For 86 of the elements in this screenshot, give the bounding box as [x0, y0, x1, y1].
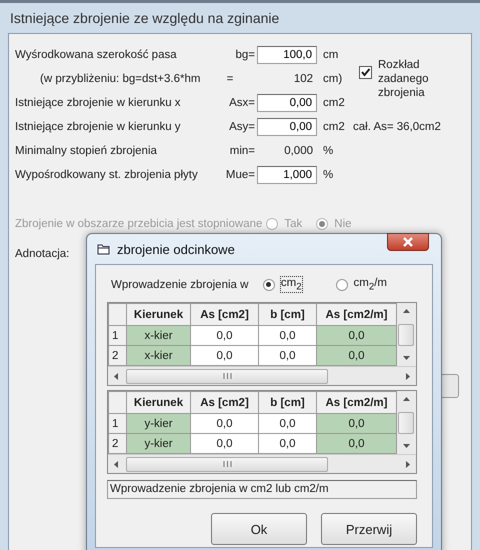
dialog-button[interactable]: Przerwij — [321, 513, 417, 546]
annotation-label: Adnotacja: — [15, 248, 70, 260]
table-cell[interactable]: 0,0 — [258, 414, 316, 434]
radio-button[interactable]: cm$_{2}$ — [262, 277, 302, 292]
right-arrow-icon[interactable] — [406, 460, 410, 468]
column-header[interactable]: As [cm2/m] — [316, 304, 396, 326]
table-cell[interactable]: y-kier — [126, 434, 190, 454]
field-label: Istniejące zbrojenie w kierunku y — [15, 121, 182, 133]
field-symbol: bg= — [234, 49, 256, 61]
close-icon — [402, 237, 414, 247]
input-field[interactable]: 0,00 — [257, 118, 317, 136]
total-area: cał. As= 36,0cm2 — [347, 121, 441, 133]
field-symbol: min= — [228, 145, 256, 157]
up-arrow-icon[interactable] — [402, 309, 410, 314]
table-cell[interactable]: 0,0 — [258, 326, 316, 346]
radio-button[interactable]: cm$_{2}$/m — [336, 277, 387, 292]
column-header[interactable]: b [cm] — [258, 304, 316, 326]
table-cell[interactable]: x-kier — [126, 326, 190, 346]
scrollbar[interactable] — [397, 303, 415, 366]
grip-icon — [222, 461, 232, 468]
up-arrow-icon[interactable] — [402, 397, 410, 402]
table-cell[interactable]: 0,0 — [316, 326, 396, 346]
column-header[interactable]: Kierunek — [126, 392, 190, 414]
unit-label: cm — [322, 49, 340, 61]
graded-label: Zbrojenie w obszarze przebicia jest stopniowane — [15, 218, 262, 230]
column-header[interactable]: As [cm2/m] — [316, 392, 396, 414]
dialog-button[interactable]: Ok — [211, 513, 307, 546]
unit-label: % — [322, 145, 334, 157]
unit-label: cm) — [322, 73, 344, 85]
checkbox[interactable] — [359, 66, 372, 79]
row-number: 2 — [108, 346, 126, 366]
input-field[interactable]: 100,0 — [257, 46, 317, 64]
window-title: Istniejące zbrojenie ze względu na zginanie — [9, 9, 280, 28]
input-field[interactable]: 1,000 — [257, 166, 317, 184]
row-number: 1 — [108, 414, 126, 434]
scrollbar[interactable] — [397, 391, 415, 454]
column-header[interactable]: As [cm2] — [190, 304, 258, 326]
unit-label: cm2 — [322, 97, 346, 109]
scrollbar[interactable] — [108, 366, 416, 386]
field-label: (w przybliżeniu: bg=dst+3.6*hm — [39, 73, 202, 85]
grip-icon — [222, 373, 232, 380]
field-symbol: Asx= — [228, 97, 256, 109]
close-button[interactable] — [387, 233, 429, 251]
dialog-title: zbrojenie odcinkowe — [117, 242, 235, 256]
scroll-thumb[interactable] — [126, 456, 328, 472]
field-label: Wypośrodkowany st. zbrojenia płyty — [15, 169, 199, 181]
left-arrow-icon[interactable] — [114, 460, 118, 468]
table-cell[interactable]: 0,0 — [190, 346, 258, 366]
status-field: Wprowadzenie zbrojenia w cm2 lub cm2/m — [107, 480, 417, 500]
column-header[interactable]: Kierunek — [126, 304, 190, 326]
down-arrow-icon[interactable] — [402, 444, 410, 448]
table-cell[interactable]: 0,0 — [316, 434, 396, 454]
field-label: Minimalny stopień zbrojenia — [15, 145, 158, 157]
table-cell[interactable]: 0,0 — [258, 346, 316, 366]
table-cell[interactable]: 0,0 — [190, 414, 258, 434]
table-cell[interactable]: 0,0 — [316, 346, 396, 366]
down-arrow-icon[interactable] — [402, 356, 410, 360]
field-label: Istniejące zbrojenie w kierunku x — [15, 97, 182, 109]
scroll-thumb[interactable] — [398, 412, 414, 434]
field-symbol: Asy= — [228, 121, 256, 133]
field-symbol: Mue= — [224, 169, 256, 181]
right-arrow-icon[interactable] — [406, 372, 410, 380]
table-cell[interactable]: 0,0 — [190, 434, 258, 454]
unit-label: % — [322, 169, 334, 181]
row-number: 1 — [108, 326, 126, 346]
row-number: 2 — [108, 434, 126, 454]
checkbox-label: Rozkład zadanego zbrojenia — [378, 58, 430, 100]
field-label: Wyśrodkowana szerokość pasa — [15, 49, 178, 61]
scrollbar[interactable] — [108, 454, 416, 474]
table-cell[interactable]: x-kier — [126, 346, 190, 366]
input-mode-label: Wprowadzenie zbrojenia w — [111, 278, 250, 291]
column-header[interactable]: b [cm] — [258, 392, 316, 414]
scroll-thumb[interactable] — [398, 324, 414, 346]
field-symbol: = — [226, 73, 234, 85]
table-cell[interactable]: 0,0 — [258, 434, 316, 454]
column-header[interactable]: As [cm2] — [190, 392, 258, 414]
scroll-thumb[interactable] — [126, 368, 328, 384]
input-field[interactable]: 0,00 — [257, 94, 317, 112]
unit-label: cm2 — [322, 121, 346, 133]
left-arrow-icon[interactable] — [114, 372, 118, 380]
table-cell[interactable]: 0,0 — [190, 326, 258, 346]
folder-icon — [97, 243, 111, 255]
table-cell[interactable]: 0,0 — [316, 414, 396, 434]
field-value: 102 — [292, 73, 314, 85]
table-cell[interactable]: y-kier — [126, 414, 190, 434]
field-value: 0,000 — [283, 145, 314, 157]
